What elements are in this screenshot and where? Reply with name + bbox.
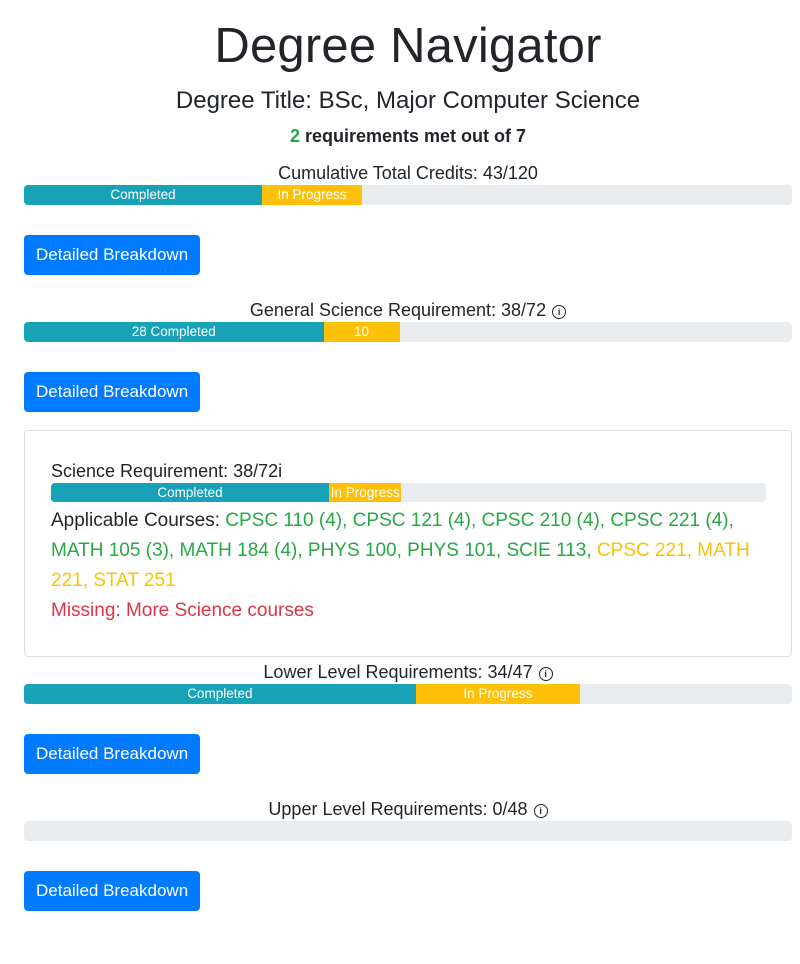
cumulative-credits-label: Cumulative Total Credits: 43/120	[24, 161, 792, 185]
cumulative-credits-text: Cumulative Total Credits: 43/120	[278, 163, 538, 183]
missing-requirement-text: Missing: More Science courses	[51, 600, 314, 621]
info-circle-icon[interactable]: i	[552, 305, 567, 319]
general-science-in-progress-segment: 10	[323, 322, 400, 342]
info-circle-icon[interactable]: i	[278, 461, 282, 481]
cumulative-completed-segment: Completed	[24, 185, 263, 205]
general-science-text: General Science Requirement: 38/72	[249, 300, 547, 320]
info-circle-icon[interactable]: i	[538, 667, 553, 681]
general-science-detailed-breakdown-button[interactable]: Detailed Breakdown	[24, 372, 201, 412]
info-circle-icon[interactable]: i	[533, 804, 548, 818]
cumulative-detailed-breakdown-button[interactable]: Detailed Breakdown	[24, 235, 201, 275]
upper-level-progress-bar	[24, 821, 792, 841]
general-science-progress-bar: 28 Completed 10	[24, 322, 792, 342]
general-science-label: General Science Requirement: 38/72 i	[24, 298, 792, 322]
requirements-summary-text: requirements met out of 7	[299, 126, 527, 146]
science-requirement-card: Science Requirement: 38/72i Completed In…	[24, 430, 792, 657]
lower-level-completed-segment: Completed	[24, 684, 416, 704]
upper-level-detailed-breakdown-button[interactable]: Detailed Breakdown	[24, 871, 201, 911]
lower-level-detailed-breakdown-button[interactable]: Detailed Breakdown	[24, 734, 201, 774]
science-completed-segment: Completed	[51, 483, 330, 502]
lower-level-in-progress-segment: In Progress	[415, 684, 581, 704]
general-science-completed-segment: 28 Completed	[24, 322, 324, 342]
requirements-summary: 2 requirements met out of 7	[24, 124, 792, 148]
science-requirement-text: Science Requirement: 38/72	[51, 461, 279, 481]
applicable-courses-label: Applicable Courses:	[51, 510, 226, 531]
upper-level-label: Upper Level Requirements: 0/48 i	[24, 797, 792, 821]
upper-level-text: Upper Level Requirements: 0/48	[268, 799, 528, 819]
lower-level-label: Lower Level Requirements: 34/47 i	[24, 660, 792, 684]
degree-title: Degree Title: BSc, Major Computer Scienc…	[175, 87, 641, 114]
page-title: Degree Navigator	[214, 19, 602, 73]
science-in-progress-segment: In Progress	[329, 483, 402, 502]
lower-level-text: Lower Level Requirements: 34/47	[263, 662, 533, 682]
cumulative-progress-bar: Completed In Progress	[24, 185, 792, 205]
science-requirement-label: Science Requirement: 38/72i	[51, 459, 766, 483]
degree-navigator: Degree Navigator Degree Title: BSc, Majo…	[24, 0, 792, 911]
cumulative-in-progress-segment: In Progress	[262, 185, 362, 205]
applicable-courses: Applicable Courses: CPSC 110 (4), CPSC 1…	[51, 506, 766, 596]
requirements-met-count: 2	[289, 126, 300, 146]
lower-level-progress-bar: Completed In Progress	[24, 684, 792, 704]
science-requirement-progress-bar: Completed In Progress	[51, 483, 766, 502]
